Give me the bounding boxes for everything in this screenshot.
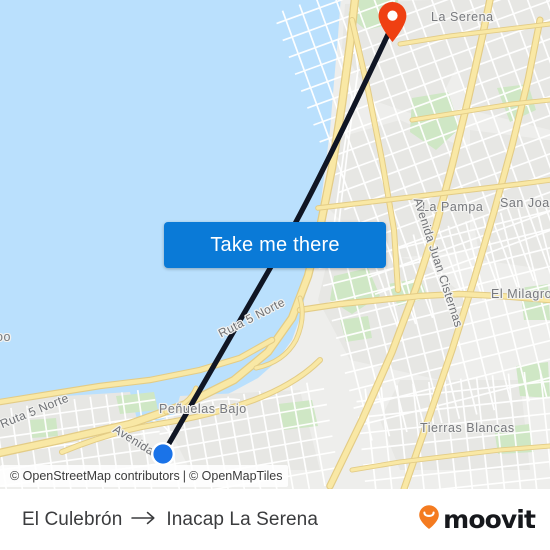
trip-destination-label: Inacap La Serena xyxy=(166,508,318,530)
attribution-osm[interactable]: © OpenStreetMap contributors xyxy=(10,469,180,483)
trip-footer-bar: El Culebrón Inacap La Serena moovit xyxy=(0,489,550,550)
attribution-separator: | xyxy=(182,468,186,483)
take-me-there-button[interactable]: Take me there xyxy=(164,222,386,268)
trip-summary: El Culebrón Inacap La Serena xyxy=(22,489,318,550)
origin-marker-dot[interactable] xyxy=(150,441,176,467)
trip-origin-label: El Culebrón xyxy=(22,508,123,530)
map-canvas[interactable]: La SerenaSan JoaquínLa PampaEl MilagroTi… xyxy=(0,0,550,489)
moovit-wordmark: moovit xyxy=(443,505,536,534)
moovit-pin-icon xyxy=(418,504,440,535)
arrow-right-icon xyxy=(131,509,157,531)
moovit-trip-map-card: La SerenaSan JoaquínLa PampaEl MilagroTi… xyxy=(0,0,550,550)
destination-marker-pin[interactable] xyxy=(377,1,408,43)
moovit-logo[interactable]: moovit xyxy=(418,489,536,550)
take-me-there-label: Take me there xyxy=(210,233,340,256)
attribution-openmaptiles[interactable]: © OpenMapTiles xyxy=(189,469,283,483)
